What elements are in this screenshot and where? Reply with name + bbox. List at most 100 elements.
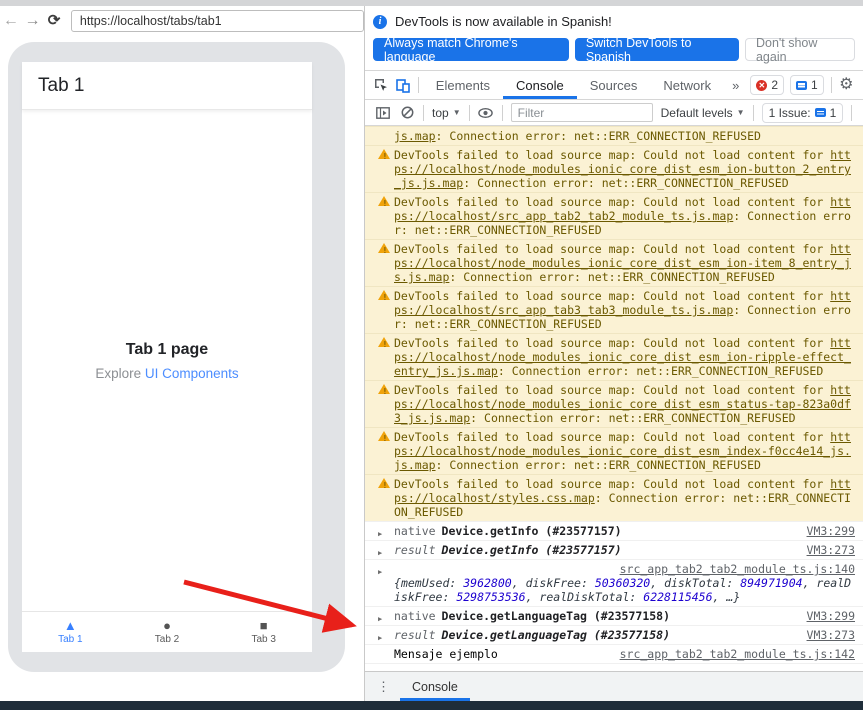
switch-devtools-to-spanish-button[interactable]: Switch DevTools to Spanish [575, 38, 739, 61]
source-map-link[interactable]: js.map [394, 129, 436, 143]
warning-icon [378, 149, 390, 159]
circle-icon: ● [163, 619, 171, 633]
console-warning-row: js.map: Connection error: net::ERR_CONNE… [365, 126, 863, 145]
console-sidebar-icon[interactable] [373, 103, 393, 123]
console-object-row: src_app_tab2_tab2_module_ts.js:140▶{memU… [365, 559, 863, 606]
url-bar[interactable]: https://localhost/tabs/tab1 [71, 10, 364, 32]
app-tab-tab3[interactable]: ■Tab 3 [215, 612, 312, 652]
source-location-link[interactable]: VM3:273 [797, 628, 855, 642]
source-location-link[interactable]: VM3:299 [797, 609, 855, 623]
warning-text: DevTools failed to load source map: Coul… [394, 477, 830, 491]
warning-text: DevTools failed to load source map: Coul… [394, 148, 830, 162]
expand-triangle-icon[interactable]: ▶ [378, 527, 382, 541]
log-levels-selector[interactable]: Default levels ▼ [657, 106, 749, 120]
chat-icon [815, 108, 826, 117]
warning-icon [378, 384, 390, 394]
console-log-row: ▶nativeDevice.getInfo (#23577157)VM3:299 [365, 521, 863, 540]
warning-text: DevTools failed to load source map: Coul… [394, 242, 830, 256]
warning-icon [378, 196, 390, 206]
console-log-row: ▶ result Device.getInfo (#23577157) VM3:273 [365, 540, 863, 559]
context-selector[interactable]: top ▼ [428, 106, 465, 120]
filter-input[interactable] [511, 103, 653, 122]
expand-triangle-icon[interactable]: ▶ [378, 612, 382, 626]
console-message-list: js.map: Connection error: net::ERR_CONNE… [365, 126, 863, 677]
url-text: https://localhost/tabs/tab1 [80, 14, 222, 28]
warning-text: DevTools failed to load source map: Coul… [394, 289, 830, 303]
page-title: Tab 1 page [126, 341, 208, 359]
chevron-down-icon: ▼ [737, 108, 745, 117]
error-count: 2 [771, 78, 778, 92]
settings-gear-icon[interactable]: ⚙ [838, 75, 855, 95]
expand-triangle-icon[interactable]: ▶ [378, 565, 382, 579]
clear-console-icon[interactable] [397, 103, 417, 123]
explore-line: Explore UI Components [95, 366, 238, 381]
console-log-row: ▶nativeDevice.getLanguageTag (#23577158)… [365, 606, 863, 625]
forward-icon[interactable]: → [22, 10, 44, 32]
back-icon[interactable]: ← [0, 10, 22, 32]
info-icon: i [373, 15, 387, 29]
square-icon: ■ [260, 619, 268, 633]
banner-buttons: Always match Chrome's language Switch Dev… [373, 38, 855, 61]
devtools-tabbar: ElementsConsoleSourcesNetwork » ✕ 2 1 ⚙ [365, 70, 863, 100]
app-tab-tab1[interactable]: ▲Tab 1 [22, 612, 119, 652]
inspect-element-icon[interactable] [373, 75, 390, 95]
log-message: Device.getLanguageTag (#23577158) [442, 628, 670, 642]
warning-text: : Connection error: net::ERR_CONNECTION_… [436, 129, 761, 143]
levels-label: Default levels [661, 106, 733, 120]
drawer-tab-console[interactable]: Console [400, 672, 470, 701]
object-preview: ▶{memUsed: 3962800, diskFree: 50360320, … [394, 576, 855, 604]
app-tab-label: Tab 3 [251, 634, 275, 645]
console-warning-row: DevTools failed to load source map: Coul… [365, 145, 863, 192]
source-location-link[interactable]: src_app_tab2_tab2_module_ts.js:142 [610, 647, 855, 661]
tab-network[interactable]: Network [650, 71, 724, 99]
console-log-row: ▶resultDevice.getLanguageTag (#23577158)… [365, 625, 863, 644]
warning-text: : Connection error: net::ERR_CONNECTION_… [470, 411, 795, 425]
always-match-chrome-s-language-button[interactable]: Always match Chrome's language [373, 38, 569, 61]
console-warning-row: DevTools failed to load source map: Coul… [365, 333, 863, 380]
warning-icon [378, 431, 390, 441]
warning-text: DevTools failed to load source map: Coul… [394, 430, 830, 444]
tab-elements[interactable]: Elements [423, 71, 503, 99]
source-location-link[interactable]: VM3:273 [797, 543, 855, 557]
tab-sources[interactable]: Sources [577, 71, 651, 99]
app-tab-label: Tab 1 [58, 634, 82, 645]
issue-count: 1 [830, 106, 837, 120]
console-warning-row: DevTools failed to load source map: Coul… [365, 286, 863, 333]
device-toolbar-icon[interactable] [394, 75, 411, 95]
log-message: Mensaje ejemplo [394, 647, 498, 661]
expand-triangle-icon[interactable]: ▶ [378, 631, 382, 645]
warning-text: : Connection error: net::ERR_CONNECTION_… [436, 458, 761, 472]
ui-components-link[interactable]: UI Components [145, 366, 239, 381]
app-tab-tab2[interactable]: ●Tab 2 [119, 612, 216, 652]
warning-text: DevTools failed to load source map: Coul… [394, 383, 830, 397]
log-message: Device.getInfo (#23577157) [442, 543, 622, 557]
app-tab-label: Tab 2 [155, 634, 179, 645]
devtools-panel: i DevTools is now available in Spanish! … [364, 6, 863, 701]
kebab-menu-icon[interactable]: ⋮ [377, 679, 390, 695]
message-count-badge[interactable]: 1 [790, 75, 824, 95]
app-screen: Tab 1 Tab 1 page Explore UI Components ▲… [22, 62, 312, 652]
expand-triangle-icon[interactable]: ▶ [378, 546, 382, 560]
console-warning-row: DevTools failed to load source map: Coul… [365, 239, 863, 286]
number-value: 3962800 [463, 576, 511, 590]
message-count: 1 [811, 78, 818, 92]
reload-icon[interactable]: ⟳ [43, 10, 65, 32]
app-header: Tab 1 [22, 62, 312, 110]
warning-text: DevTools failed to load source map: Coul… [394, 336, 830, 350]
number-value: 50360320 [595, 576, 650, 590]
warning-icon [378, 243, 390, 253]
error-count-badge[interactable]: ✕ 2 [750, 75, 784, 95]
console-warning-row: DevTools failed to load source map: Coul… [365, 474, 863, 521]
issues-button[interactable]: 1 Issue: 1 [762, 103, 844, 123]
log-kind-label: result [394, 543, 436, 557]
don-t-show-again-button[interactable]: Don't show again [745, 38, 855, 61]
log-message: Device.getInfo (#23577157) [442, 524, 622, 538]
source-location-link[interactable]: VM3:299 [797, 524, 855, 538]
source-location-link[interactable]: src_app_tab2_tab2_module_ts.js:140 [610, 562, 855, 576]
tab-console[interactable]: Console [503, 71, 577, 99]
banner-text: DevTools is now available in Spanish! [395, 14, 612, 29]
log-message: Device.getLanguageTag (#23577158) [442, 609, 670, 623]
live-expression-eye-icon[interactable] [476, 103, 496, 123]
more-tabs-icon[interactable]: » [724, 78, 747, 93]
issue-label: 1 Issue: [769, 106, 811, 120]
